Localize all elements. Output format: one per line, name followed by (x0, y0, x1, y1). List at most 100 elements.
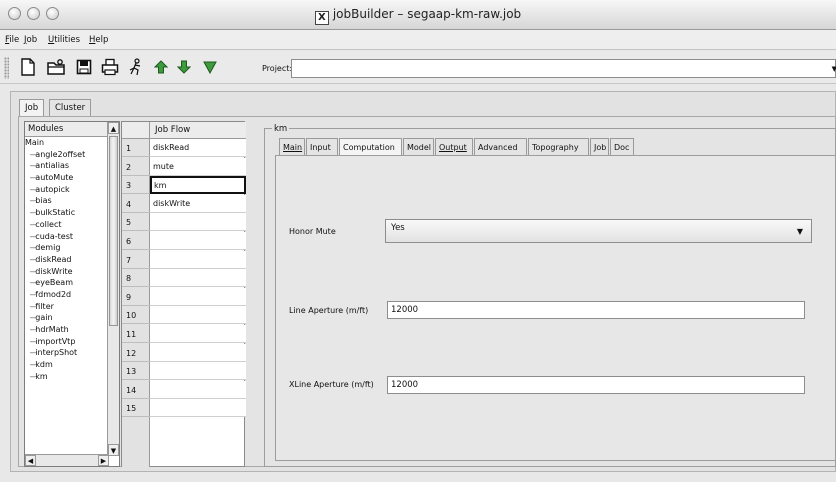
module-label: bias (35, 196, 52, 206)
table-row[interactable]: 1 diskRead (122, 139, 246, 157)
module-item[interactable]: ---interpShot (25, 347, 109, 359)
move-up-icon[interactable] (150, 56, 172, 78)
table-row[interactable]: 15 (122, 399, 246, 418)
tab-label: Computation (343, 143, 395, 152)
project-combo[interactable]: ▼ (291, 59, 836, 78)
tab-label: Output (439, 143, 467, 152)
xline-aperture-input[interactable]: 12000 (387, 376, 805, 394)
scroll-left-arrow-icon[interactable]: ◀ (25, 455, 36, 466)
tab-model[interactable]: Model (403, 138, 434, 155)
job-flow-cell[interactable] (150, 380, 246, 399)
module-item[interactable]: ---diskWrite (25, 266, 109, 278)
scroll-down-arrow-icon[interactable]: ▼ (108, 444, 119, 456)
module-item[interactable]: ---fdmod2d (25, 289, 109, 301)
module-item[interactable]: ---collect (25, 219, 109, 231)
module-item[interactable]: ---demig (25, 242, 109, 254)
module-label: fdmod2d (35, 289, 72, 299)
tab-doc[interactable]: Doc (610, 138, 634, 155)
line-aperture-input[interactable]: 12000 (387, 301, 805, 319)
table-row[interactable]: 6 (122, 232, 246, 250)
move-down-icon[interactable] (173, 56, 195, 78)
tab-job[interactable]: Job (590, 138, 609, 155)
job-flow-cell[interactable]: diskRead (150, 139, 246, 157)
job-flow-cell[interactable] (150, 287, 246, 306)
tab-main[interactable]: Main (279, 138, 305, 155)
table-row[interactable]: 2 mute (122, 157, 246, 176)
menu-job[interactable]: Job (24, 35, 37, 45)
menubar: File Job Utilities Help (0, 30, 836, 50)
menu-utilities[interactable]: Utilities (48, 35, 80, 45)
module-item[interactable]: ---km (25, 371, 109, 383)
job-flow-cell[interactable]: mute (150, 157, 246, 176)
chevron-down-icon[interactable]: ▼ (797, 227, 803, 236)
module-item[interactable]: ---bulkStatic (25, 207, 109, 219)
module-item[interactable]: ---eyeBeam (25, 277, 109, 289)
tree-root-main[interactable]: Main (25, 137, 109, 149)
module-item[interactable]: ---gain (25, 312, 109, 324)
new-file-icon[interactable] (17, 56, 39, 78)
module-item[interactable]: ---importVtp (25, 336, 109, 348)
toolbar-grip[interactable] (4, 57, 9, 79)
table-row[interactable]: 12 (122, 343, 246, 362)
filter-icon[interactable] (199, 56, 221, 78)
module-item[interactable]: ---hdrMath (25, 324, 109, 336)
job-flow-cell[interactable] (150, 343, 246, 362)
print-icon[interactable] (99, 56, 121, 78)
honor-mute-select[interactable]: Yes ▼ (385, 219, 812, 243)
tab-cluster[interactable]: Cluster (49, 99, 92, 116)
modules-horizontal-scrollbar[interactable]: ◀ ▶ (25, 454, 109, 466)
row-number: 9 (122, 288, 150, 306)
job-flow-corner (122, 122, 150, 139)
modules-tree[interactable]: Main ---angle2offset ---antialias ---aut… (25, 137, 109, 382)
table-row[interactable]: 7 (122, 250, 246, 269)
row-number: 4 (122, 195, 150, 213)
module-item[interactable]: ---filter (25, 301, 109, 313)
run-job-icon[interactable] (125, 56, 147, 78)
save-icon[interactable] (73, 56, 95, 78)
table-row[interactable]: 4 diskWrite (122, 194, 246, 213)
table-row[interactable]: 3 km (122, 176, 246, 195)
module-item[interactable]: ---autopick (25, 184, 109, 196)
chevron-down-icon[interactable]: ▼ (832, 65, 836, 73)
table-row[interactable]: 14 (122, 380, 246, 399)
module-item[interactable]: ---diskRead (25, 254, 109, 266)
table-row[interactable]: 5 (122, 213, 246, 232)
modules-scroll-thumb[interactable] (109, 136, 118, 326)
menu-file[interactable]: File (5, 35, 19, 45)
module-item[interactable]: ---cuda-test (25, 231, 109, 243)
job-flow-cell[interactable] (150, 399, 246, 418)
table-row[interactable]: 10 (122, 306, 246, 325)
tab-advanced[interactable]: Advanced (474, 138, 527, 155)
job-flow-cell[interactable] (150, 325, 246, 343)
scroll-up-arrow-icon[interactable]: ▲ (108, 122, 119, 134)
module-item[interactable]: ---angle2offset (25, 149, 109, 161)
module-label: interpShot (35, 348, 78, 358)
job-flow-cell[interactable] (150, 362, 246, 381)
modules-vertical-scrollbar[interactable]: ▲ ▼ (107, 122, 119, 456)
job-flow-cell[interactable] (150, 306, 246, 325)
tree-connector: --- (25, 231, 37, 241)
job-flow-cell[interactable]: km (150, 176, 246, 195)
module-item[interactable]: ---bias (25, 195, 109, 207)
table-row[interactable]: 11 (122, 325, 246, 343)
job-flow-cell[interactable] (150, 269, 246, 288)
tab-computation[interactable]: Computation (339, 138, 402, 155)
tree-connector: --- (25, 266, 37, 276)
job-flow-cell[interactable] (150, 232, 246, 250)
module-item[interactable]: ---kdm (25, 359, 109, 371)
open-folder-icon[interactable] (45, 56, 67, 78)
job-flow-cell[interactable] (150, 213, 246, 232)
tab-input[interactable]: Input (306, 138, 338, 155)
tab-output[interactable]: Output (435, 138, 473, 155)
tab-job[interactable]: Job (19, 99, 45, 116)
table-row[interactable]: 13 (122, 362, 246, 381)
module-item[interactable]: ---autoMute (25, 172, 109, 184)
job-flow-cell[interactable] (150, 250, 246, 269)
job-flow-cell[interactable]: diskWrite (150, 194, 246, 213)
tab-topography[interactable]: Topography (528, 138, 589, 155)
table-row[interactable]: 8 (122, 269, 246, 288)
table-row[interactable]: 9 (122, 287, 246, 306)
module-item[interactable]: ---antialias (25, 160, 109, 172)
scroll-right-arrow-icon[interactable]: ▶ (98, 455, 109, 466)
menu-help[interactable]: Help (89, 35, 108, 45)
